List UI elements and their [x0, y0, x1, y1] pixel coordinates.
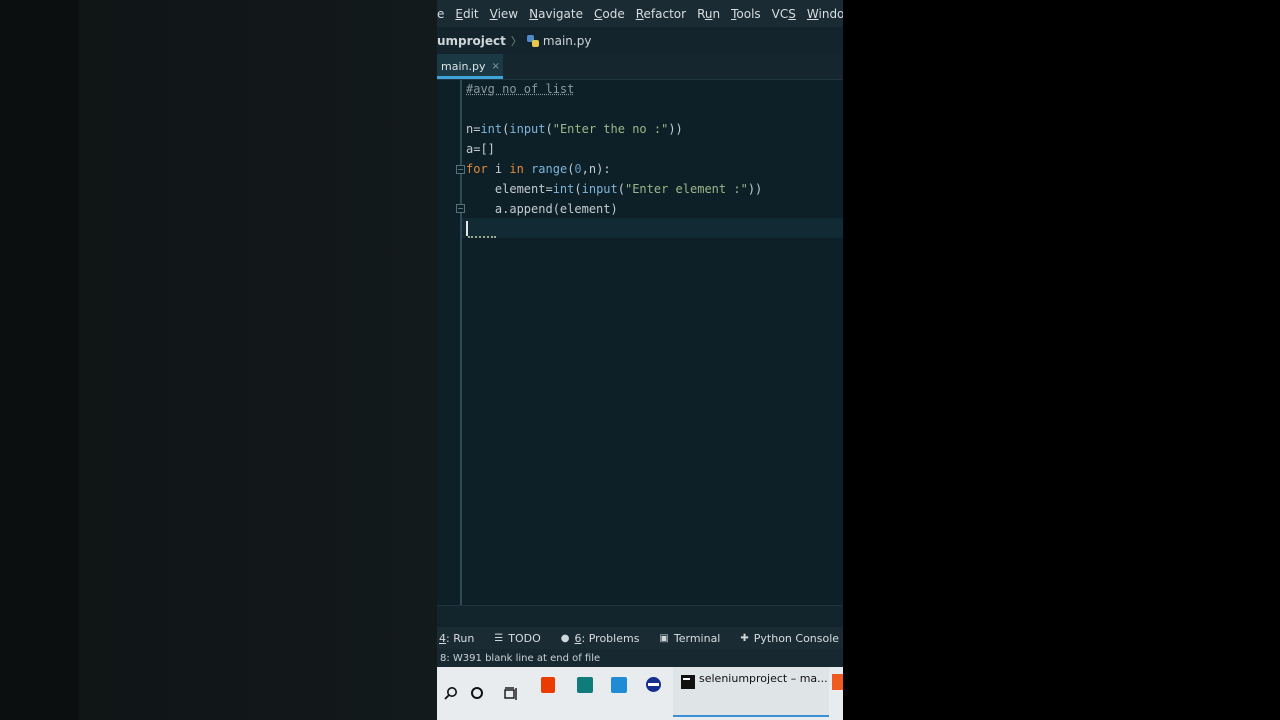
tab-label: main.py — [441, 60, 486, 73]
right-background — [843, 0, 1280, 720]
breadcrumb: umproject 〉 main.py — [437, 27, 843, 54]
horizontal-scrollbar[interactable] — [437, 605, 843, 628]
menu-item-window[interactable]: Window — [807, 7, 843, 21]
code-line: #avg no of list — [466, 82, 575, 96]
code-line: element=int(input("Enter element :")) — [466, 182, 763, 196]
menu-item-view[interactable]: View — [490, 7, 518, 21]
status-message: 8: W391 blank line at end of file — [440, 652, 601, 664]
office-icon[interactable] — [541, 677, 555, 693]
tab-main-py[interactable]: main.py × — [437, 54, 503, 79]
code-line: a.append(element) — [466, 202, 618, 216]
store-icon[interactable] — [577, 677, 593, 693]
pycharm-icon — [681, 675, 695, 689]
fold-toggle-icon[interactable] — [456, 165, 465, 174]
terminal-icon: ▣ — [659, 632, 669, 644]
taskbar-app-label: seleniumproject – ma... — [699, 672, 828, 685]
toolwindow-terminal[interactable]: ▣ Terminal — [659, 632, 720, 645]
python-console-icon: ✚ — [740, 632, 749, 644]
edge-icon[interactable] — [646, 677, 661, 692]
code-line: a=[] — [466, 142, 495, 156]
breadcrumb-separator: 〉 — [510, 34, 522, 48]
fold-toggle-icon[interactable] — [456, 204, 465, 213]
menu-item-edit[interactable]: Edit — [455, 7, 478, 21]
close-icon[interactable]: × — [491, 61, 499, 72]
search-icon[interactable] — [443, 685, 459, 701]
warning-squiggle — [468, 234, 496, 238]
task-view-icon[interactable] — [504, 686, 520, 702]
menu-bar: e Edit View Navigate Code Refactor Run Tools VCS… — [437, 0, 843, 27]
app-icon[interactable] — [832, 674, 843, 690]
mail-icon[interactable] — [611, 677, 627, 693]
todo-icon: ☰ — [494, 632, 504, 644]
code-line: for i in range(0,n): — [466, 162, 611, 176]
toolwindow-problems[interactable]: ● 6: Problems — [561, 632, 640, 645]
menu-item-navigate[interactable]: Navigate — [529, 7, 583, 21]
current-line-highlight — [462, 218, 843, 238]
editor-gutter — [437, 80, 462, 605]
menu-item-e[interactable]: e — [437, 7, 444, 21]
menu-item-refactor[interactable]: Refactor — [636, 7, 686, 21]
code-line: n=int(input("Enter the no :")) — [466, 122, 683, 136]
problems-icon: ● — [560, 632, 570, 644]
ide-window: e Edit View Navigate Code Refactor Run Tools VCS… — [437, 0, 843, 720]
code-editor[interactable]: #avg no of list n=int(input("Enter the no… — [437, 80, 843, 605]
menu-item-vcs[interactable]: VCS — [772, 7, 796, 21]
active-app-indicator — [673, 715, 829, 717]
menu-item-tools[interactable]: Tools — [731, 7, 761, 21]
tool-window-bar: 4: Run ☰ TODO ● 6: Problems ▣ Terminal ✚ Python … — [437, 627, 843, 649]
left-background — [0, 0, 437, 720]
breadcrumb-file[interactable]: main.py — [543, 34, 592, 48]
editor-tab-bar: main.py × — [437, 54, 843, 80]
python-file-icon — [526, 34, 539, 47]
menu-item-code[interactable]: Code — [594, 7, 625, 21]
status-bar: 8: W391 blank line at end of file — [437, 649, 843, 667]
taskbar-app-pycharm[interactable]: seleniumproject – ma... — [673, 667, 829, 717]
breadcrumb-project[interactable]: umproject — [437, 34, 506, 48]
toolwindow-python-console[interactable]: ✚ Python Console — [740, 632, 839, 645]
windows-taskbar: seleniumproject – ma... — [437, 667, 843, 720]
toolwindow-run[interactable]: 4: Run — [439, 632, 474, 645]
toolwindow-todo[interactable]: ☰ TODO — [494, 632, 540, 645]
cortana-icon[interactable] — [471, 687, 483, 699]
menu-item-run[interactable]: Run — [697, 7, 720, 21]
